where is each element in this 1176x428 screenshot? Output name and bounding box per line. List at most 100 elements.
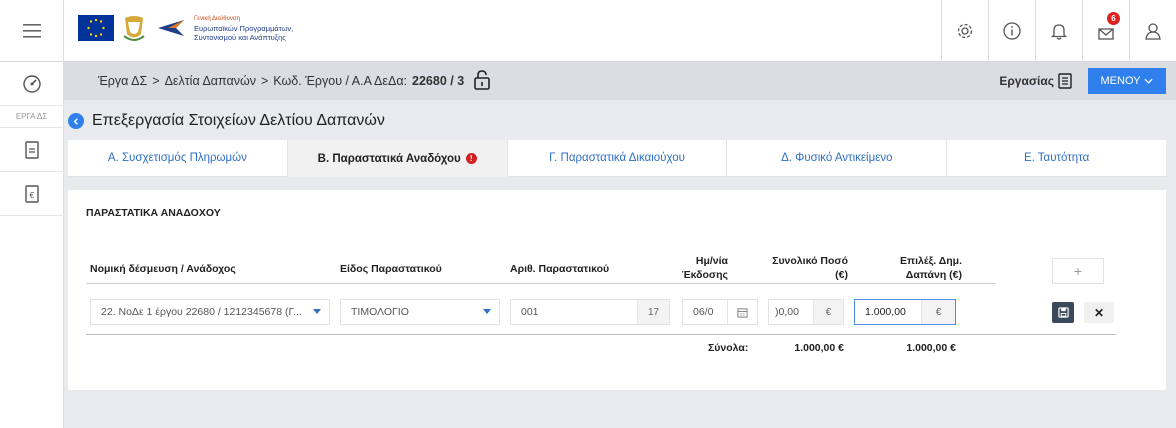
header-doc-type: Είδος Παραστατικού xyxy=(340,263,442,275)
arrow-logo-icon xyxy=(158,20,184,36)
dashboard-icon xyxy=(23,74,41,93)
cyprus-crest-icon xyxy=(123,16,145,41)
tab-label: Δ. Φυσικό Αντικείμενο xyxy=(781,152,893,164)
info-icon xyxy=(1003,22,1021,40)
totals-eligible-amount: 1.000,00 € xyxy=(906,342,956,354)
header-doc-number: Αριθ. Παραστατικού xyxy=(510,263,610,275)
delete-row-button[interactable]: ✕ xyxy=(1084,302,1114,323)
error-icon: ! xyxy=(465,153,477,164)
logo-line-3: Συντονισμού και Ανάπτυξης xyxy=(194,32,286,42)
tab-payments[interactable]: Α. Συσχετισμός Πληρωμών xyxy=(68,140,288,177)
top-bar: Γενική Διεύθυνση Ευρωπαϊκών Προγραμμάτων… xyxy=(0,0,1176,62)
tab-label: Β. Παραστατικά Αναδόχου xyxy=(317,152,461,165)
contractor-value: 22. ΝοΔε 1 έργου 22680 / 1212345678 (Γ..… xyxy=(101,306,302,318)
info-button[interactable] xyxy=(988,0,1035,62)
contractor-documents-panel: ΠΑΡΑΣΤΑΤΙΚΑ ΑΝΑΔΟΧΟΥ Νομική δέσμευση / Α… xyxy=(68,190,1166,390)
sidebar-item-documents[interactable] xyxy=(0,128,64,172)
list-icon xyxy=(1058,73,1072,89)
tab-beneficiary-documents[interactable]: Γ. Παραστατικά Δικαιούχου xyxy=(507,140,728,177)
tab-label: Γ. Παραστατικά Δικαιούχου xyxy=(549,152,685,164)
total-amount-input[interactable]: )0,00 € xyxy=(768,299,844,325)
tab-contractor-documents[interactable]: Β. Παραστατικά Αναδόχου! xyxy=(287,140,508,177)
header-total-line2: (€) xyxy=(835,269,848,281)
header-total: Συνολικό Ποσό (€) xyxy=(758,254,848,282)
notification-badge: 6 xyxy=(1107,12,1120,25)
breadcrumb-item-expense-reports[interactable]: Δελτία Δαπανών xyxy=(165,74,256,88)
caret-down-icon xyxy=(313,309,321,314)
tab-label: Ε. Ταυτότητα xyxy=(1023,152,1090,164)
tab-label: Α. Συσχετισμός Πληρωμών xyxy=(107,152,247,164)
lock-button[interactable] xyxy=(469,69,491,93)
breadcrumb: Έργα ΔΣ > Δελτία Δαπανών > Κωδ. Έργου / … xyxy=(98,62,491,100)
hamburger-icon xyxy=(22,24,41,38)
page-title-row: Επεξεργασία Στοιχείων Δελτίου Δαπανών xyxy=(68,108,385,134)
breadcrumb-separator: > xyxy=(260,74,269,88)
settings-button[interactable] xyxy=(941,0,988,62)
messages-button[interactable]: 6 xyxy=(1082,0,1129,62)
settings-icon xyxy=(957,23,973,39)
tab-physical-object[interactable]: Δ. Φυσικό Αντικείμενο xyxy=(727,140,948,177)
page-title: Επεξεργασία Στοιχείων Δελτίου Δαπανών xyxy=(92,112,385,129)
close-icon: ✕ xyxy=(1093,305,1105,320)
header-total-line1: Συνολικό Ποσό xyxy=(772,255,848,267)
caret-down-icon xyxy=(483,309,491,314)
breadcrumb-code-value: 22680 / 3 xyxy=(412,74,465,88)
sidebar-item-dashboard[interactable] xyxy=(0,62,64,106)
doc-number-input[interactable]: 001 17 xyxy=(510,299,670,325)
doc-type-value: ΤΙΜΟΛΟΓΙΟ xyxy=(351,306,409,318)
add-row-button[interactable]: + xyxy=(1052,258,1104,284)
menu-button[interactable]: ΜΕΝΟΥ xyxy=(1088,68,1166,94)
unlock-icon xyxy=(474,69,490,90)
euro-document-icon: € xyxy=(25,184,39,203)
tabs: Α. Συσχετισμός Πληρωμών Β. Παραστατικά Α… xyxy=(68,140,1166,177)
issue-date-value: 06/0 xyxy=(693,306,714,318)
top-icons: 6 xyxy=(941,0,1176,62)
arrow-left-icon xyxy=(73,117,78,125)
plus-icon: + xyxy=(1073,263,1083,279)
logo[interactable]: Γενική Διεύθυνση Ευρωπαϊκών Προγραμμάτων… xyxy=(78,8,318,48)
header-eligible-line2: Δαπάνη (€) xyxy=(905,269,962,281)
header-issue-date: Ημ/νία Έκδοσης xyxy=(668,254,728,282)
totals-total-amount: 1.000,00 € xyxy=(794,342,844,354)
menu-label: ΜΕΝΟΥ xyxy=(1100,75,1141,87)
eligible-amount-input[interactable]: 1.000,00 € xyxy=(854,299,956,325)
header-issue-date-line1: Ημ/νία xyxy=(695,255,728,267)
bell-icon xyxy=(1050,24,1068,40)
currency-addon: € xyxy=(813,300,843,324)
save-icon xyxy=(1057,307,1069,318)
char-counter: 17 xyxy=(637,300,669,324)
totals-label: Σύνολα: xyxy=(708,342,749,354)
currency-addon: € xyxy=(921,300,955,324)
work-button[interactable]: Εργασίας xyxy=(999,62,1072,100)
chevron-down-icon xyxy=(1144,78,1154,84)
calendar-button[interactable] xyxy=(727,300,757,324)
user-button[interactable] xyxy=(1129,0,1176,62)
work-label: Εργασίας xyxy=(999,74,1054,88)
breadcrumb-item-project-code: Κωδ. Έργου / Α.Α ΔεΔα: xyxy=(273,74,408,88)
save-row-button[interactable] xyxy=(1052,302,1074,323)
sidebar-item-expenses[interactable]: € xyxy=(0,172,64,216)
document-icon xyxy=(25,140,39,159)
header-issue-date-line2: Έκδοσης xyxy=(681,269,728,281)
breadcrumb-separator: > xyxy=(152,74,160,88)
breadcrumb-item-projects[interactable]: Έργα ΔΣ xyxy=(98,74,147,88)
eu-flag-icon xyxy=(78,15,114,41)
header-eligible-line1: Επιλέξ. Δημ. xyxy=(900,255,962,267)
tab-identity[interactable]: Ε. Ταυτότητα xyxy=(947,140,1166,177)
left-sidebar: ΕΡΓΑ ΔΣ € xyxy=(0,62,64,428)
sidebar-section-label: ΕΡΓΑ ΔΣ xyxy=(0,106,63,128)
logo-text: Γενική Διεύθυνση Ευρωπαϊκών Προγραμμάτων… xyxy=(194,15,293,42)
contractor-select[interactable]: 22. ΝοΔε 1 έργου 22680 / 1212345678 (Γ..… xyxy=(90,299,330,325)
hamburger-menu-button[interactable] xyxy=(0,0,64,62)
doc-type-select[interactable]: ΤΙΜΟΛΟΓΙΟ xyxy=(340,299,500,325)
eligible-amount-value: 1.000,00 xyxy=(865,306,906,318)
notifications-button[interactable] xyxy=(1035,0,1082,62)
issue-date-input[interactable]: 06/0 xyxy=(682,299,758,325)
calendar-icon xyxy=(737,307,748,318)
header-contractor: Νομική δέσμευση / Ανάδοχος xyxy=(90,263,236,275)
back-button[interactable] xyxy=(68,113,84,129)
row-divider xyxy=(86,334,1116,335)
logo-line-1: Γενική Διεύθυνση xyxy=(194,15,240,22)
breadcrumb-bar: Έργα ΔΣ > Δελτία Δαπανών > Κωδ. Έργου / … xyxy=(64,62,1176,100)
header-eligible: Επιλέξ. Δημ. Δαπάνη (€) xyxy=(868,254,962,282)
